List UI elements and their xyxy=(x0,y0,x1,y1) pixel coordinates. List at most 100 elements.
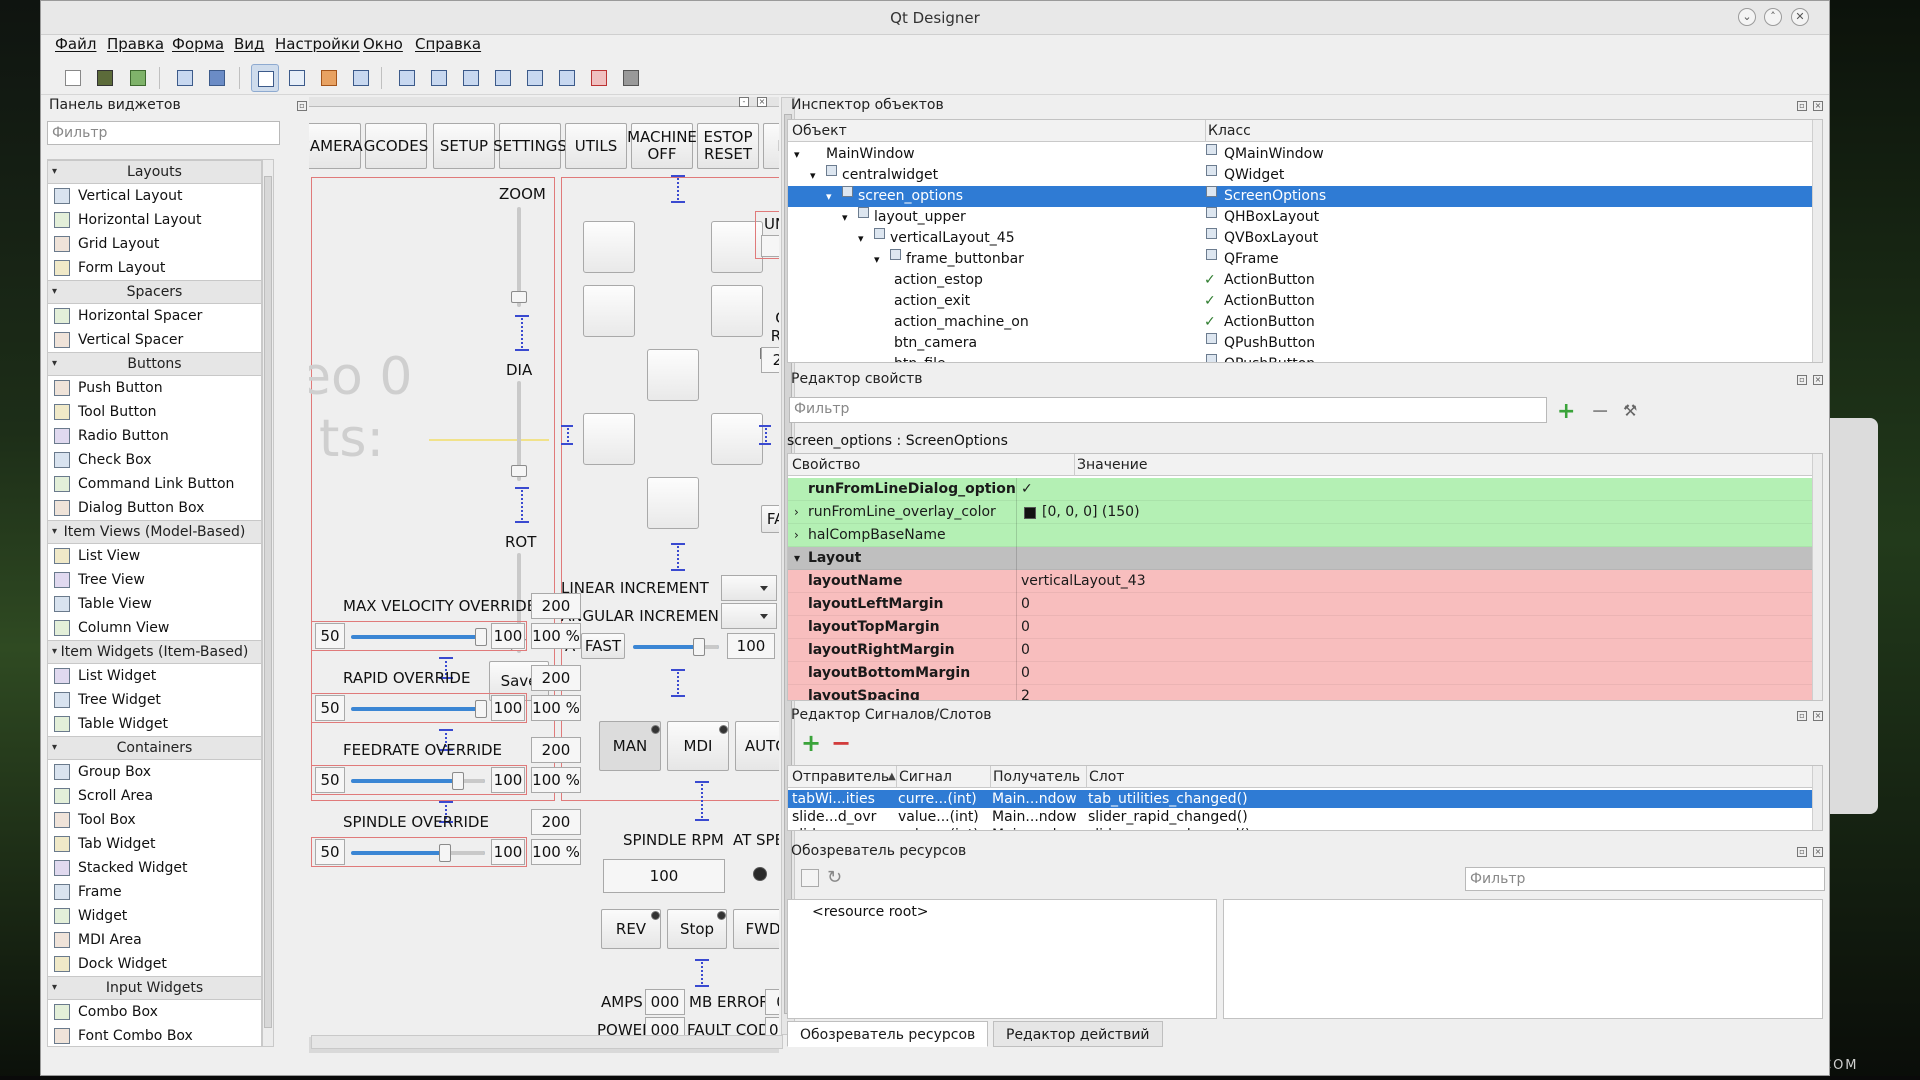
widget-item-tool-box[interactable]: Tool Box xyxy=(48,808,261,832)
linear-increment-combo[interactable] xyxy=(721,575,777,601)
bring-to-back-icon[interactable] xyxy=(171,64,199,92)
property-value[interactable]: 0 xyxy=(1021,616,1030,639)
property-row[interactable]: runFromLineDialog_option ✓ xyxy=(788,478,1812,501)
chevron-down-icon[interactable]: ▾ xyxy=(842,207,848,228)
widget-item-tab-widget[interactable]: Tab Widget xyxy=(48,832,261,856)
override-slider[interactable] xyxy=(351,628,487,646)
spindle-fwd-button[interactable]: FWD xyxy=(733,909,779,949)
menu-file[interactable]: Файл xyxy=(55,35,96,53)
property-row[interactable]: › runFromLine_overlay_color [0, 0, 0] (150… xyxy=(788,501,1812,524)
object-tree-row[interactable]: ▾ centralwidget QWidget xyxy=(788,165,1812,186)
property-row[interactable]: layoutTopMargin 0 xyxy=(788,616,1812,639)
connection-row[interactable]: tabWi...ities curre...(int) Main...ndow tab… xyxy=(788,790,1812,808)
override-slider-handle[interactable] xyxy=(439,844,451,862)
chevron-down-icon[interactable]: ▾ xyxy=(874,249,880,270)
resource-root-item[interactable]: <resource root> xyxy=(812,904,929,920)
layout-horizontal-icon[interactable] xyxy=(393,64,421,92)
widget-item-check-box[interactable]: Check Box xyxy=(48,448,261,472)
object-tree-row[interactable]: action_exit ✓ ActionButton xyxy=(788,291,1812,312)
override-slider[interactable] xyxy=(351,700,487,718)
property-column-header[interactable]: Свойство xyxy=(792,454,860,476)
widget-item-form-layout[interactable]: Form Layout xyxy=(48,256,261,280)
new-form-icon[interactable] xyxy=(59,64,87,92)
object-tree-row[interactable]: action_machine_on ✓ ActionButton xyxy=(788,312,1812,333)
override-slider-handle[interactable] xyxy=(452,772,464,790)
property-value[interactable]: 0 xyxy=(1021,662,1030,685)
float-dock-icon[interactable]: ▫ xyxy=(297,101,307,111)
dia-slider[interactable] xyxy=(511,381,527,481)
property-row[interactable]: layoutBottomMargin 0 xyxy=(788,662,1812,685)
widget-item-horizontal-spacer[interactable]: Horizontal Spacer xyxy=(48,304,261,328)
widget-item-table-view[interactable]: Table View xyxy=(48,592,261,616)
widget-item-table-widget[interactable]: Table Widget xyxy=(48,712,261,736)
add-connection-icon[interactable]: + xyxy=(801,729,821,757)
menu-help[interactable]: Справка xyxy=(415,35,481,53)
override-slider-handle[interactable] xyxy=(475,628,487,646)
remove-connection-icon[interactable]: − xyxy=(831,729,851,757)
tab-resource-browser[interactable]: Обозреватель ресурсов xyxy=(787,1021,989,1047)
jog-button[interactable] xyxy=(711,285,763,337)
widget-category-layouts[interactable]: ▾ Layouts xyxy=(48,160,261,184)
jog-button[interactable] xyxy=(583,221,635,273)
angular-increment-combo[interactable] xyxy=(721,603,777,629)
add-property-icon[interactable]: + xyxy=(1557,399,1575,424)
close-dock-icon[interactable]: × xyxy=(1813,101,1823,111)
zoom-slider[interactable] xyxy=(511,207,527,307)
bring-to-front-icon[interactable] xyxy=(203,64,231,92)
property-value[interactable]: 0 xyxy=(1021,593,1030,616)
chevron-icon[interactable]: › xyxy=(794,524,799,547)
camera-button[interactable]: CAMERA xyxy=(309,123,363,169)
widget-item-push-button[interactable]: Push Button xyxy=(48,376,261,400)
jog-button[interactable] xyxy=(583,285,635,337)
configure-property-icon[interactable]: ⚒ xyxy=(1623,401,1637,420)
property-value[interactable]: 2 xyxy=(1021,685,1030,700)
widget-category-buttons[interactable]: ▾ Buttons xyxy=(48,352,261,376)
chevron-down-icon[interactable]: ▾ xyxy=(858,228,864,249)
widget-item-dialog-button-box[interactable]: Dialog Button Box xyxy=(48,496,261,520)
override-slider-handle[interactable] xyxy=(475,700,487,718)
widget-category-item-views-model-based-[interactable]: ▾ Item Views (Model-Based) xyxy=(48,520,261,544)
units-value[interactable]: IN xyxy=(761,235,779,257)
jog-button[interactable] xyxy=(647,349,699,401)
menu-form[interactable]: Форма xyxy=(172,35,224,53)
chevron-icon[interactable]: › xyxy=(794,501,799,524)
float-dock-icon[interactable]: ▫ xyxy=(1797,711,1807,721)
widget-item-tree-view[interactable]: Tree View xyxy=(48,568,261,592)
widget-item-radio-button[interactable]: Radio Button xyxy=(48,424,261,448)
estop-reset-button[interactable]: ESTOP RESET xyxy=(697,123,759,169)
widget-item-combo-box[interactable]: Combo Box xyxy=(48,1000,261,1024)
jog-rate-value[interactable]: 200 xyxy=(761,347,779,373)
object-tree-row[interactable]: action_estop ✓ ActionButton xyxy=(788,270,1812,291)
edit-widgets-icon[interactable] xyxy=(251,64,279,92)
widget-item-list-widget[interactable]: List Widget xyxy=(48,664,261,688)
form-close-icon[interactable]: × xyxy=(757,97,767,107)
jog-speed-slider[interactable] xyxy=(633,638,719,656)
menu-window[interactable]: Окно xyxy=(363,35,403,53)
gcodes-button[interactable]: GCODES xyxy=(364,123,428,169)
object-tree-row[interactable]: btn_file QPushButton xyxy=(788,354,1812,362)
property-row[interactable]: layoutSpacing 2 xyxy=(788,685,1812,700)
property-value[interactable]: [0, 0, 0] (150) xyxy=(1042,501,1140,524)
remove-property-icon[interactable]: − xyxy=(1591,399,1609,424)
close-dock-icon[interactable]: × xyxy=(1813,711,1823,721)
jog-speed-value[interactable]: 100 xyxy=(727,633,775,659)
auto-mode-button[interactable]: AUTO xyxy=(735,721,779,771)
object-tree-row[interactable]: btn_camera QPushButton xyxy=(788,333,1812,354)
property-row[interactable]: layoutLeftMargin 0 xyxy=(788,593,1812,616)
class-column-header[interactable]: Класс xyxy=(1205,120,1251,142)
widget-item-horizontal-layout[interactable]: Horizontal Layout xyxy=(48,208,261,232)
property-filter-input[interactable]: Фильтр xyxy=(789,397,1547,423)
adjust-size-icon[interactable] xyxy=(617,64,645,92)
property-value[interactable]: ✓ xyxy=(1021,478,1033,501)
setup-button[interactable]: SETUP xyxy=(433,123,495,169)
fast-button[interactable]: FAST xyxy=(761,505,779,533)
machine-off-button[interactable]: MACHINE OFF xyxy=(627,123,697,169)
form-minimize-icon[interactable]: - xyxy=(739,97,749,107)
widget-category-input-widgets[interactable]: ▾ Input Widgets xyxy=(48,976,261,1000)
widget-list-scrollbar[interactable] xyxy=(262,159,274,1047)
object-column-header[interactable]: Объект xyxy=(792,120,847,142)
widget-item-tree-widget[interactable]: Tree Widget xyxy=(48,688,261,712)
break-layout-icon[interactable] xyxy=(585,64,613,92)
object-tree-scrollbar[interactable] xyxy=(1812,120,1822,362)
widget-item-vertical-layout[interactable]: Vertical Layout xyxy=(48,184,261,208)
